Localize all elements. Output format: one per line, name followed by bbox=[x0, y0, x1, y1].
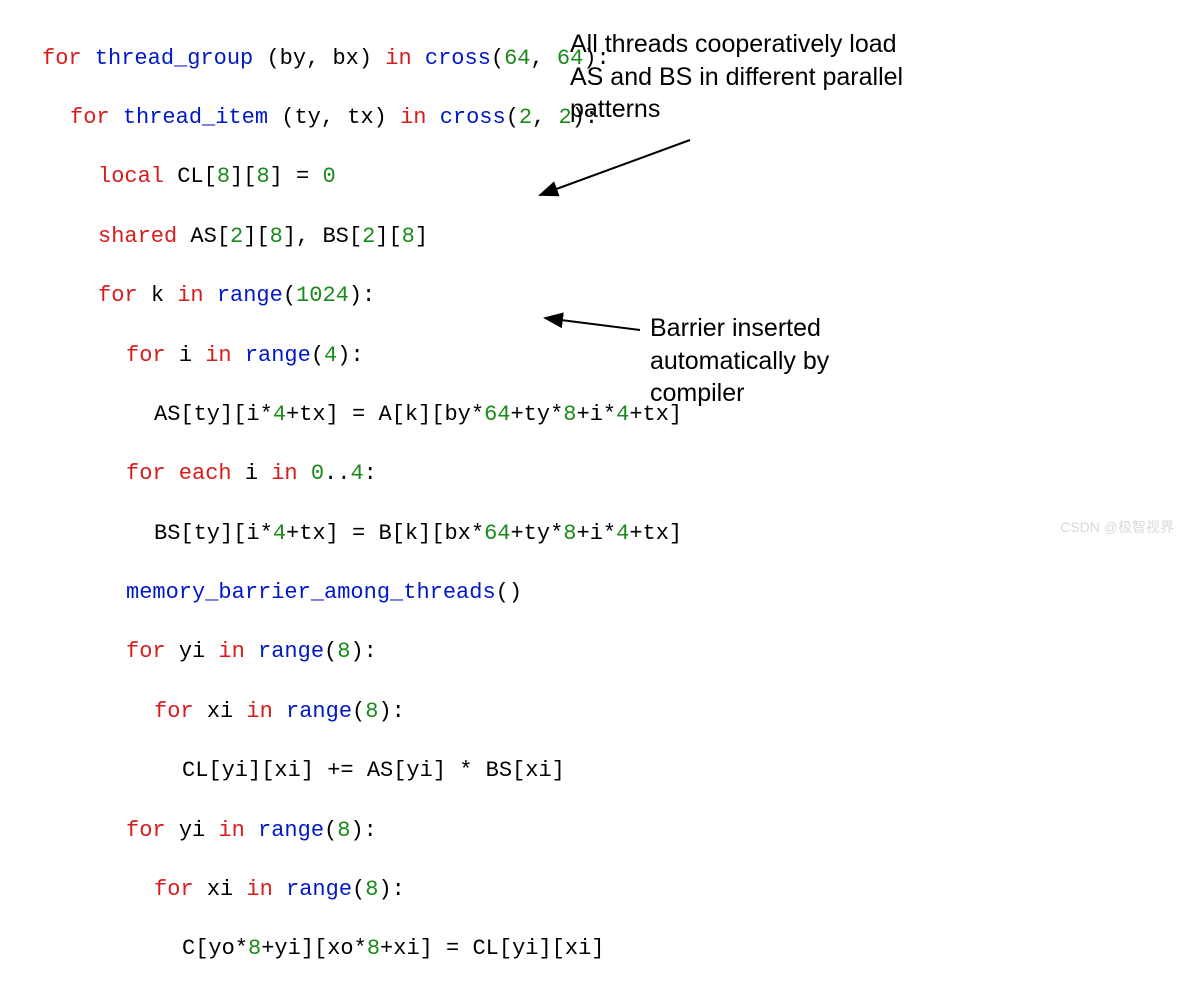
code-line-10: memory_barrier_among_threads() bbox=[42, 578, 682, 608]
code-line-4: shared AS[2][8], BS[2][8] bbox=[42, 222, 682, 252]
code-line-14: for yi in range(8): bbox=[42, 816, 682, 846]
code-line-13: CL[yi][xi] += AS[yi] * BS[xi] bbox=[42, 756, 682, 786]
watermark: CSDN @极智视界 bbox=[1060, 518, 1174, 537]
code-line-16: C[yo*8+yi][xo*8+xi] = CL[yi][xi] bbox=[42, 934, 682, 964]
kw-for: for bbox=[42, 46, 82, 71]
code-line-5: for k in range(1024): bbox=[42, 281, 682, 311]
code-line-9: BS[ty][i*4+tx] = B[k][bx*64+ty*8+i*4+tx] bbox=[42, 519, 682, 549]
code-block: for thread_group (by, bx) in cross(64, 6… bbox=[42, 14, 682, 994]
id-thread-group: thread_group bbox=[95, 46, 253, 71]
code-line-15: for xi in range(8): bbox=[42, 875, 682, 905]
code-line-8: for each i in 0..4: bbox=[42, 459, 682, 489]
code-line-7: AS[ty][i*4+tx] = A[k][by*64+ty*8+i*4+tx] bbox=[42, 400, 682, 430]
annotation-barrier: Barrier inserted automatically by compil… bbox=[650, 312, 910, 410]
code-line-3: local CL[8][8] = 0 bbox=[42, 162, 682, 192]
annotation-cooperative-load: All threads cooperatively load AS and BS… bbox=[570, 28, 920, 126]
code-line-11: for yi in range(8): bbox=[42, 637, 682, 667]
code-line-6: for i in range(4): bbox=[42, 341, 682, 371]
code-line-12: for xi in range(8): bbox=[42, 697, 682, 727]
